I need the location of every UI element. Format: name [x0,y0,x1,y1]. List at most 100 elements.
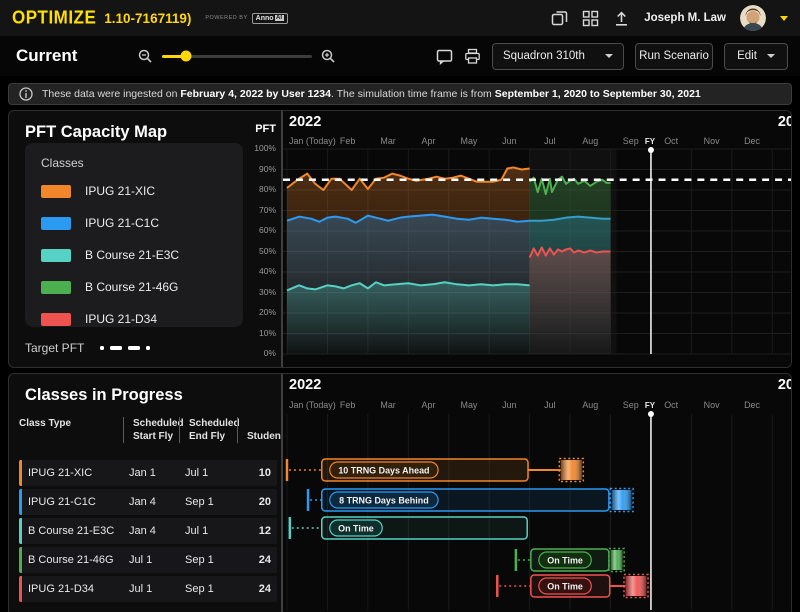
table-cell: 24 [243,554,277,566]
comment-icon[interactable] [436,48,453,65]
timeline-zoom-slider [137,48,337,65]
capacity-chart[interactable]: Jan (Today)FebMarAprMayJunJulAugSepOctNo… [283,133,792,361]
end-block-shine [611,550,623,570]
legend-item-46g[interactable]: B Course 21-46G [41,280,227,294]
month-label: May [461,136,478,146]
y-tick: 40% [259,266,276,277]
view-label: Current [16,46,77,66]
month-label: Nov [704,136,720,146]
user-menu-caret[interactable] [780,16,788,21]
classes-in-progress-panel: Classes in Progress Class TypeScheduledS… [8,373,792,612]
zoom-in-icon[interactable] [320,48,337,65]
month-label: Jan (Today) [289,400,336,410]
year-label-right: 20 [778,114,792,130]
edit-button[interactable]: Edit [724,43,788,70]
grid-apps-icon[interactable] [582,10,599,27]
month-label: Mar [380,400,395,410]
legend-swatch [41,281,71,294]
table-cell: Jul 1 [185,525,243,537]
legend-swatch [41,313,71,326]
classes-in-progress-title: Classes in Progress [25,386,183,405]
header-actions: Joseph M. Law [551,5,788,31]
fy-label: FY [645,137,656,146]
slider-thumb[interactable] [181,51,192,62]
table-cell: Jan 4 [129,496,185,508]
table-row-46g[interactable]: B Course 21-46GJul 1Sep 124 [19,547,277,573]
table-cell: Sep 1 [185,496,243,508]
fy-label: FY [645,401,656,410]
month-label: Sep [623,400,639,410]
y-tick: 90% [259,164,276,175]
info-icon [19,87,33,101]
y-tick: 100% [254,143,276,154]
table-cell: 24 [243,583,277,595]
fy-marker [648,411,654,417]
end-block-shine [561,460,582,480]
legend-item-e3c[interactable]: B Course 21-E3C [41,248,227,262]
slider-track[interactable] [162,55,312,58]
target-dash-swatch [100,346,150,350]
table-cell: Jul 1 [185,467,243,479]
squadron-caret-icon [605,54,613,58]
pft-axis-label: PFT [255,123,276,135]
table-row-d34[interactable]: IPUG 21-D34Jul 1Sep 124 [19,576,277,602]
table-row-e3c[interactable]: B Course 21-E3CJan 4Jul 112 [19,518,277,544]
y-tick: 70% [259,205,276,216]
y-tick: 80% [259,184,276,195]
end-block-shine [612,490,632,510]
status-label-e3c: On Time [338,523,374,533]
avatar[interactable] [740,5,766,31]
table-cell: Jan 1 [129,467,185,479]
column-header: ScheduledEnd Fly [179,417,237,443]
legend-items: IPUG 21-XIC IPUG 21-C1C B Course 21-E3C B C… [41,184,227,326]
y-tick: 20% [259,307,276,318]
month-label: Oct [664,136,678,146]
capacity-map-title: PFT Capacity Map [25,123,167,142]
edit-button-label: Edit [737,50,757,62]
upload-icon[interactable] [613,10,630,27]
month-label: Apr [422,136,436,146]
app-logo: OPTIMIZE [12,7,96,29]
status-label-xic: 10 TRNG Days Ahead [338,465,429,475]
y-tick: 50% [259,246,276,257]
month-label: Apr [422,400,436,410]
month-label: Nov [704,400,720,410]
brand-suffix: AI [275,15,284,21]
table-cell: Jul 1 [129,554,185,566]
table-cell: Jan 4 [129,525,185,537]
legend-item-c1c[interactable]: IPUG 21-C1C [41,216,227,230]
zoom-out-icon[interactable] [137,48,154,65]
squadron-select[interactable]: Squadron 310th [492,43,624,70]
table-cell: Sep 1 [185,554,243,566]
month-label: May [461,400,478,410]
table-row-xic[interactable]: IPUG 21-XICJan 1Jul 110 [19,460,277,486]
table-body: IPUG 21-XICJan 1Jul 110 IPUG 21-C1CJan 4S… [19,460,277,605]
edit-caret-icon [767,54,775,58]
print-icon[interactable] [464,48,481,65]
target-pft-label: Target PFT [25,341,84,355]
table-row-c1c[interactable]: IPUG 21-C1CJan 4Sep 120 [19,489,277,515]
classes-legend: Classes IPUG 21-XIC IPUG 21-C1C B Course 2… [25,143,243,327]
column-header: ScheduledStart Fly [123,417,179,443]
table-header-row: Class TypeScheduledStart FlyScheduledEnd… [19,417,275,443]
month-label: Mar [380,136,395,146]
gantt-chart[interactable]: Jan (Today)FebMarAprMayJunJulAugSepOctNo… [283,396,792,610]
month-label: Aug [582,136,598,146]
month-label: Jan (Today) [289,136,336,146]
legend-item-d34[interactable]: IPUG 21-D34 [41,312,227,326]
y-tick: 60% [259,225,276,236]
windows-icon[interactable] [551,10,568,27]
legend-swatch [41,185,71,198]
month-label: Feb [340,136,355,146]
legend-item-xic[interactable]: IPUG 21-XIC [41,184,227,198]
brand-name: Anno [256,15,274,22]
info-banner-text: These data were ingested on February 4, … [42,88,701,100]
table-cell: 20 [243,496,277,508]
month-label: Jun [502,136,516,146]
legend-title: Classes [41,156,227,170]
month-label: Jun [502,400,516,410]
run-scenario-button[interactable]: Run Scenario [635,43,713,70]
status-label-46g: On Time [547,555,583,565]
month-label: Sep [623,136,639,146]
status-label-d34: On Time [547,581,583,591]
